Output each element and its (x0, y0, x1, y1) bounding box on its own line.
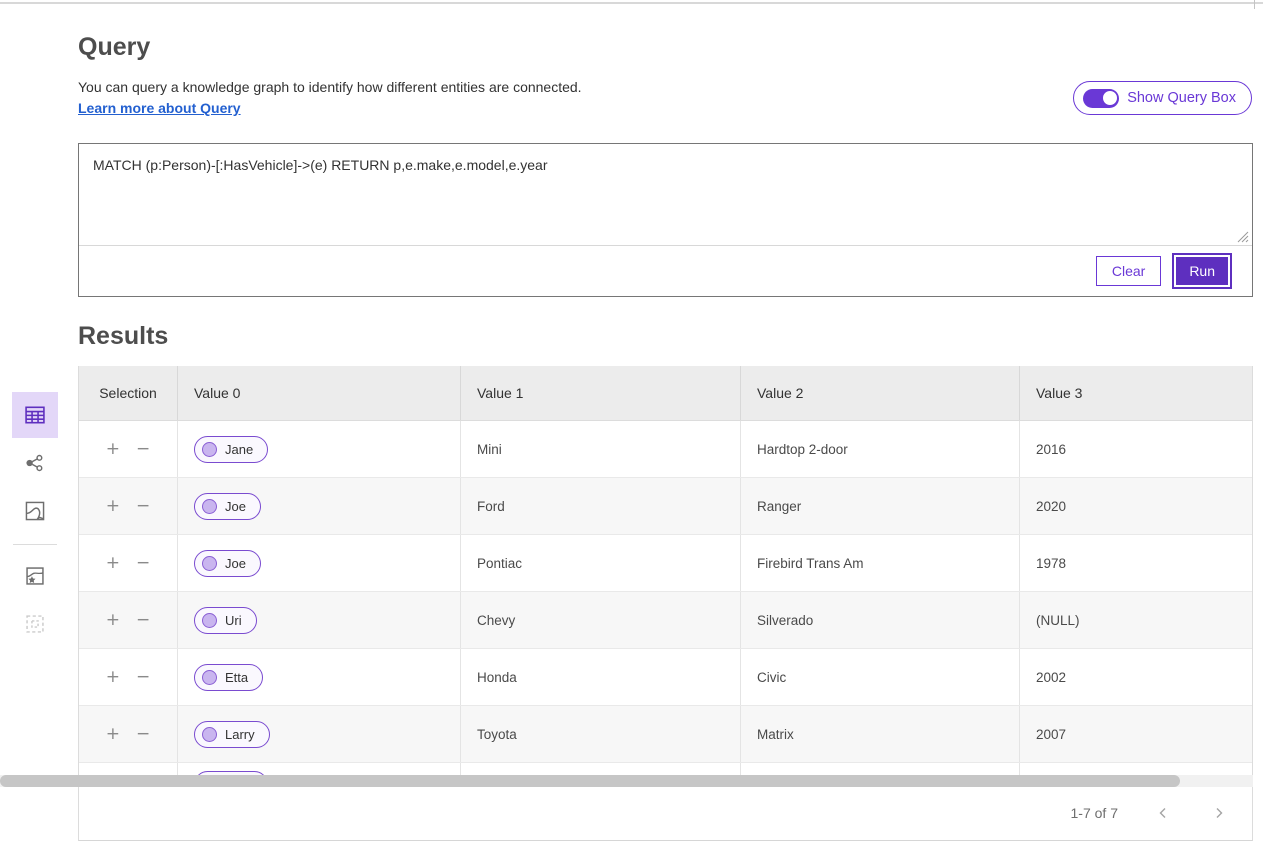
new-map-from-results-button[interactable] (12, 553, 58, 599)
entity-node-icon (202, 670, 217, 685)
scrollbar-tick (1254, 0, 1255, 9)
learn-more-link[interactable]: Learn more about Query (78, 100, 241, 116)
table-row: + − Larry Toyota Matrix 2007 (79, 706, 1252, 763)
column-header-selection: Selection (79, 366, 178, 420)
table-view-button[interactable] (12, 392, 58, 438)
toggle-switch-icon[interactable] (1083, 89, 1119, 108)
entity-pill[interactable]: Etta (194, 664, 263, 691)
add-to-selection-button[interactable]: + (106, 498, 120, 515)
query-textarea-wrap: MATCH (p:Person)-[:HasVehicle]->(e) RETU… (79, 144, 1252, 245)
chevron-left-icon (1156, 806, 1170, 820)
column-header-value0: Value 0 (178, 366, 461, 420)
resize-handle-icon[interactable] (1237, 231, 1249, 243)
remove-from-selection-button[interactable]: − (136, 498, 150, 515)
entity-node-icon (202, 442, 217, 457)
results-title: Results (78, 322, 168, 351)
map-view-icon (24, 500, 46, 522)
selection-square-icon (24, 613, 46, 635)
show-query-box-toggle[interactable]: Show Query Box (1073, 81, 1252, 115)
add-to-selection-button[interactable]: + (106, 669, 120, 686)
cell-value2: Hardtop 2-door (741, 421, 1020, 477)
table-row: + − Etta Honda Civic 2002 (79, 649, 1252, 706)
query-input[interactable]: MATCH (p:Person)-[:HasVehicle]->(e) RETU… (79, 144, 1252, 245)
entity-pill[interactable]: Uri (194, 607, 257, 634)
cell-value1: Pontiac (461, 535, 741, 591)
next-page-button[interactable] (1208, 802, 1230, 824)
clear-button[interactable]: Clear (1096, 256, 1161, 286)
chevron-right-icon (1212, 806, 1226, 820)
cell-value1: Honda (461, 649, 741, 705)
pagination-range: 1-7 of 7 (1071, 805, 1118, 821)
map-view-button[interactable] (12, 488, 58, 534)
remove-from-selection-button[interactable]: − (136, 555, 150, 572)
rail-divider (13, 544, 57, 545)
table-row-partial (79, 763, 1252, 775)
remove-from-selection-button[interactable]: − (136, 726, 150, 743)
table-footer: 1-7 of 7 (79, 786, 1252, 840)
remove-from-selection-button[interactable]: − (136, 669, 150, 686)
page-description: You can query a knowledge graph to ident… (78, 79, 582, 95)
entity-node-icon (202, 556, 217, 571)
entity-node-icon (202, 499, 217, 514)
query-button-bar: Clear Run (79, 245, 1252, 296)
table-row: + − Jane Mini Hardtop 2-door 2016 (79, 421, 1252, 478)
add-to-selection-button[interactable]: + (106, 555, 120, 572)
link-chart-view-icon (24, 452, 46, 474)
table-row: + − Joe Pontiac Firebird Trans Am 1978 (79, 535, 1252, 592)
horizontal-scrollbar[interactable] (0, 775, 1253, 787)
cell-value2: Matrix (741, 706, 1020, 762)
cell-value1: Chevy (461, 592, 741, 648)
toggle-label: Show Query Box (1127, 90, 1236, 106)
remove-from-selection-button[interactable]: − (136, 612, 150, 629)
horizontal-scrollbar-thumb[interactable] (0, 775, 1180, 787)
add-to-selection-button[interactable]: + (106, 726, 120, 743)
new-map-icon (24, 565, 46, 587)
add-to-selection-button[interactable]: + (106, 441, 120, 458)
cell-value2: Silverado (741, 592, 1020, 648)
cell-value2: Firebird Trans Am (741, 535, 1020, 591)
column-header-value2: Value 2 (741, 366, 1020, 420)
view-switcher-rail (12, 392, 58, 649)
cell-value1: Ford (461, 478, 741, 534)
previous-page-button[interactable] (1152, 802, 1174, 824)
cell-value3: 2016 (1020, 421, 1252, 477)
selection-tools-button (12, 601, 58, 647)
entity-pill[interactable]: Joe (194, 493, 261, 520)
cell-value3: (NULL) (1020, 592, 1252, 648)
entity-node-icon (202, 727, 217, 742)
entity-pill[interactable]: Joe (194, 550, 261, 577)
entity-pill[interactable]: Larry (194, 721, 270, 748)
table-row: + − Uri Chevy Silverado (NULL) (79, 592, 1252, 649)
remove-from-selection-button[interactable]: − (136, 441, 150, 458)
column-header-value1: Value 1 (461, 366, 741, 420)
cell-value1: Toyota (461, 706, 741, 762)
cell-value3: 2002 (1020, 649, 1252, 705)
table-view-icon (24, 404, 46, 426)
column-header-value3: Value 3 (1020, 366, 1252, 420)
cell-value3: 2007 (1020, 706, 1252, 762)
query-box: MATCH (p:Person)-[:HasVehicle]->(e) RETU… (78, 143, 1253, 297)
link-chart-view-button[interactable] (12, 440, 58, 486)
cell-value1: Mini (461, 421, 741, 477)
table-header-row: Selection Value 0 Value 1 Value 2 Value … (79, 366, 1252, 421)
results-table: Selection Value 0 Value 1 Value 2 Value … (78, 366, 1253, 841)
entity-pill[interactable]: Jane (194, 436, 268, 463)
cell-value3: 1978 (1020, 535, 1252, 591)
cell-value2: Civic (741, 649, 1020, 705)
cell-value2: Ranger (741, 478, 1020, 534)
add-to-selection-button[interactable]: + (106, 612, 120, 629)
run-button[interactable]: Run (1172, 253, 1232, 289)
panel-top-border (0, 2, 1263, 4)
page-title: Query (78, 33, 150, 62)
table-row: + − Joe Ford Ranger 2020 (79, 478, 1252, 535)
entity-node-icon (202, 613, 217, 628)
cell-value3: 2020 (1020, 478, 1252, 534)
